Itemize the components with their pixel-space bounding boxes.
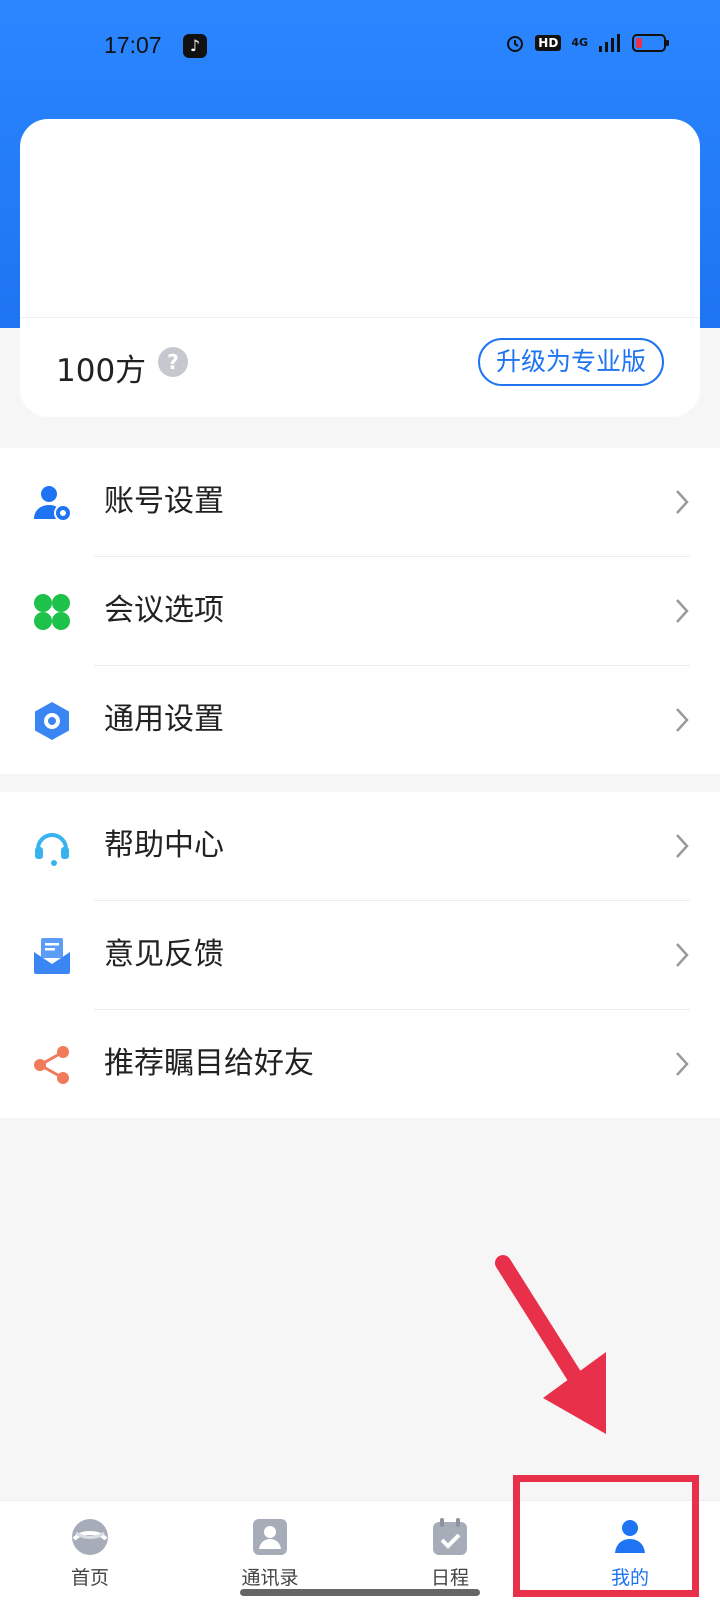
tab-contacts[interactable]: 通讯录 xyxy=(180,1501,360,1601)
mail-feedback-icon xyxy=(34,938,70,974)
menu-item-meeting-options[interactable]: 会议选项 xyxy=(0,557,720,666)
menu-label: 会议选项 xyxy=(104,593,224,628)
menu-label: 通用设置 xyxy=(104,702,224,737)
tab-home[interactable]: 首页 xyxy=(0,1501,180,1601)
share-icon xyxy=(34,1046,69,1084)
chevron-right-icon xyxy=(676,1052,689,1076)
menu-label: 帮助中心 xyxy=(104,828,224,863)
headset-icon xyxy=(35,833,69,866)
contacts-icon xyxy=(253,1519,287,1555)
menu-item-recommend-friends[interactable]: 推荐瞩目给好友 xyxy=(0,1010,720,1119)
home-indicator[interactable] xyxy=(240,1589,480,1596)
tab-label: 首页 xyxy=(70,1567,109,1589)
quota-value: 100方 xyxy=(56,353,147,389)
menu-item-account-settings[interactable]: 账号设置 xyxy=(0,448,720,557)
signal-icon xyxy=(599,34,620,52)
network-label: 4G xyxy=(571,36,588,49)
calendar-check-icon xyxy=(433,1518,467,1555)
profile-card[interactable]: 100方 ? 升级为专业版 xyxy=(20,119,700,417)
menu-label: 推荐瞩目给好友 xyxy=(104,1046,314,1081)
status-bar: 17:07 ♪ HD 4G xyxy=(0,0,720,92)
menu-item-help-center[interactable]: 帮助中心 xyxy=(0,792,720,901)
home-swirl-icon xyxy=(72,1519,108,1555)
battery-icon xyxy=(632,34,669,52)
support-menu-group: 帮助中心 意见反馈 推荐瞩目给好友 xyxy=(0,792,720,1118)
menu-item-general-settings[interactable]: 通用设置 xyxy=(0,666,720,775)
status-icons: HD 4G xyxy=(505,33,670,53)
tab-label: 通讯录 xyxy=(241,1567,299,1589)
card-divider xyxy=(20,317,700,318)
chevron-right-icon xyxy=(676,490,689,514)
menu-label: 账号设置 xyxy=(104,484,224,519)
help-question-icon[interactable]: ? xyxy=(158,347,188,377)
hd-badge: HD xyxy=(535,35,562,51)
hexagon-settings-icon xyxy=(35,702,69,740)
menu-item-feedback[interactable]: 意见反馈 xyxy=(0,901,720,1010)
alarm-icon xyxy=(507,36,524,52)
settings-menu-group: 账号设置 会议选项 通用设置 xyxy=(0,448,720,774)
menu-label: 意见反馈 xyxy=(104,937,224,972)
chevron-right-icon xyxy=(676,708,689,732)
tiktok-notification-icon: ♪ xyxy=(183,34,207,58)
upgrade-pro-button[interactable]: 升级为专业版 xyxy=(477,338,664,386)
status-time: 17:07 xyxy=(104,32,162,58)
user-gear-icon xyxy=(34,486,72,522)
chevron-right-icon xyxy=(676,943,689,967)
highlight-box xyxy=(513,1475,699,1597)
clover-icon xyxy=(34,594,70,630)
chevron-right-icon xyxy=(676,834,689,858)
chevron-right-icon xyxy=(676,599,689,623)
